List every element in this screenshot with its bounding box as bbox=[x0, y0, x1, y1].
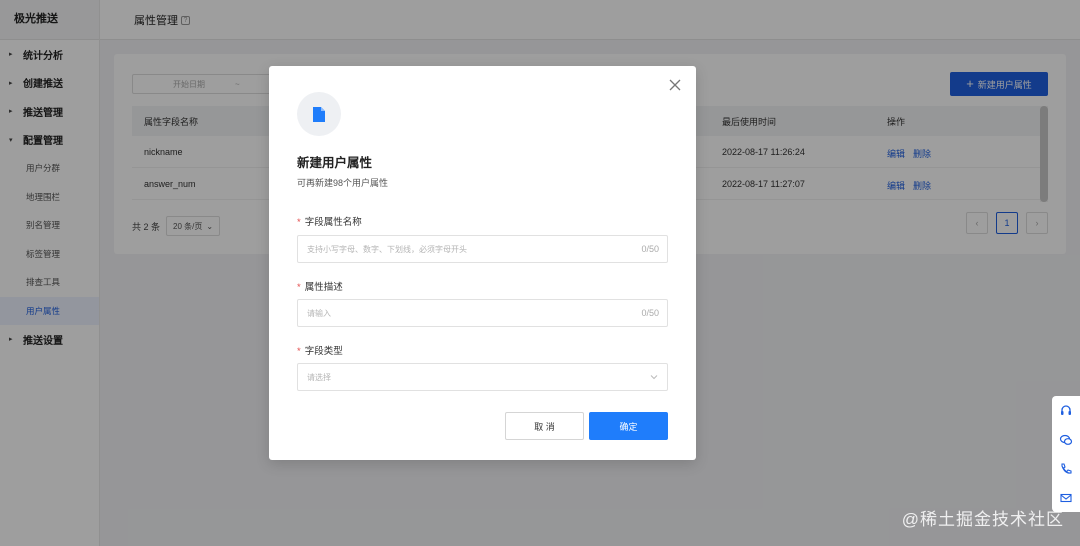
close-icon[interactable] bbox=[668, 78, 682, 92]
document-icon bbox=[297, 92, 341, 136]
field-type-label: * 字段类型 bbox=[297, 343, 343, 357]
description-placeholder: 请输入 bbox=[307, 308, 331, 318]
floating-toolbar bbox=[1052, 396, 1080, 512]
field-type-label-text: 字段类型 bbox=[304, 346, 343, 357]
modal-title: 新建用户属性 bbox=[297, 156, 373, 170]
field-type-select[interactable]: 请选择 bbox=[297, 363, 668, 391]
char-counter: 0/50 bbox=[641, 244, 659, 254]
support-headset-icon[interactable] bbox=[1052, 396, 1080, 425]
confirm-button[interactable]: 确定 bbox=[589, 412, 668, 440]
field-type-placeholder: 请选择 bbox=[307, 372, 331, 382]
chevron-down-icon bbox=[650, 375, 658, 380]
description-label-text: 属性描述 bbox=[304, 282, 343, 293]
cancel-button[interactable]: 取 消 bbox=[505, 412, 584, 440]
watermark: @稀土掘金技术社区 bbox=[901, 510, 1064, 529]
description-input[interactable]: 请输入 0/50 bbox=[297, 299, 668, 327]
field-name-input[interactable]: 支持小写字母、数字、下划线，必须字母开头 0/50 bbox=[297, 235, 668, 263]
chat-icon[interactable] bbox=[1052, 425, 1080, 454]
char-counter: 0/50 bbox=[641, 308, 659, 318]
description-label: * 属性描述 bbox=[297, 279, 343, 293]
field-name-label-text: 字段属性名称 bbox=[304, 217, 362, 228]
field-name-label: * 字段属性名称 bbox=[297, 214, 362, 228]
modal-subtitle: 可再新建98个用户属性 bbox=[297, 178, 389, 188]
required-mark: * bbox=[297, 346, 301, 357]
new-attribute-modal: 新建用户属性 可再新建98个用户属性 * 字段属性名称 支持小写字母、数字、下划线… bbox=[269, 66, 696, 460]
phone-icon[interactable] bbox=[1052, 454, 1080, 483]
field-name-placeholder: 支持小写字母、数字、下划线，必须字母开头 bbox=[307, 244, 467, 254]
required-mark: * bbox=[297, 217, 301, 228]
required-mark: * bbox=[297, 282, 301, 293]
